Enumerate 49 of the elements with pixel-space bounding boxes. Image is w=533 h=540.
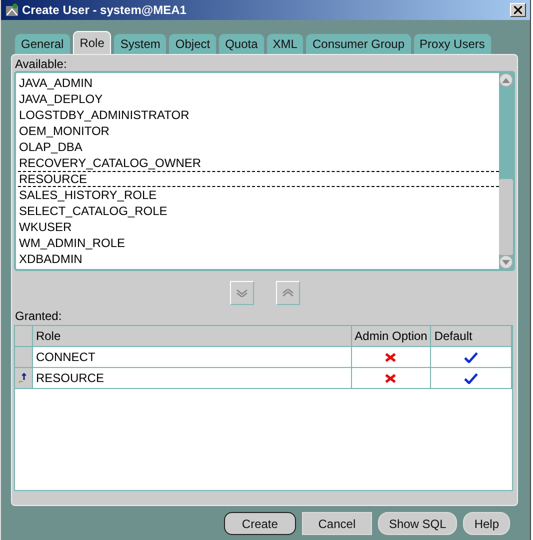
list-item[interactable]: JAVA_ADMIN bbox=[18, 75, 499, 91]
list-item[interactable]: SALES_HISTORY_ROLE bbox=[18, 187, 499, 203]
dialog-button[interactable]: Cancel bbox=[302, 512, 372, 535]
close-icon bbox=[514, 6, 522, 14]
app-icon bbox=[5, 3, 19, 17]
table-cell: CONNECT bbox=[32, 347, 352, 368]
scroll-down-button[interactable] bbox=[499, 255, 513, 269]
section-label: Granted: bbox=[14, 309, 63, 323]
dialog-button[interactable]: Create bbox=[224, 512, 296, 535]
list-item[interactable]: SELECT_CATALOG_ROLE bbox=[18, 203, 499, 219]
down-arrow-icon bbox=[502, 260, 510, 264]
scroll-thumb[interactable] bbox=[499, 179, 513, 255]
tab[interactable]: Quota bbox=[219, 34, 264, 54]
checkmark-icon bbox=[464, 372, 478, 384]
up-arrow-icon bbox=[502, 78, 510, 82]
tab[interactable]: General bbox=[15, 34, 70, 54]
checkmark-icon bbox=[464, 352, 478, 362]
dialog-button[interactable]: Help bbox=[463, 512, 510, 535]
tab[interactable]: XML bbox=[266, 34, 304, 54]
chevron-down-icon bbox=[236, 289, 248, 297]
list-item[interactable]: XDBADMIN bbox=[18, 251, 499, 267]
column-header[interactable]: Role bbox=[32, 326, 352, 347]
list-item[interactable]: JAVA_DEPLOY bbox=[18, 91, 499, 107]
cross-icon bbox=[385, 352, 396, 362]
column-header[interactable]: Admin Option bbox=[352, 326, 432, 347]
list-item[interactable]: OLAP_DBA bbox=[18, 139, 499, 155]
close-button[interactable] bbox=[510, 3, 526, 17]
chevron-up-icon bbox=[282, 289, 294, 297]
tab[interactable]: System bbox=[114, 34, 166, 54]
move-down-button[interactable] bbox=[230, 281, 254, 305]
window-title: Create User - system@MEA1 bbox=[22, 3, 188, 17]
list-item[interactable]: WKUSER bbox=[18, 219, 499, 235]
list-item[interactable]: WM_ADMIN_ROLE bbox=[18, 235, 499, 251]
current-row-icon bbox=[18, 372, 28, 384]
section-label: Available: bbox=[14, 57, 68, 71]
tab[interactable]: Proxy Users bbox=[414, 34, 491, 54]
cross-icon bbox=[385, 374, 396, 382]
list-item[interactable]: RECOVERY_CATALOG_OWNER bbox=[18, 155, 499, 171]
dialog-button[interactable]: Show SQL bbox=[378, 512, 458, 535]
tab[interactable]: Consumer Group bbox=[306, 34, 411, 54]
list-item[interactable]: LOGSTDBY_ADMINISTRATOR bbox=[18, 107, 499, 123]
scroll-up-button[interactable] bbox=[499, 73, 513, 87]
tab[interactable]: Object bbox=[169, 34, 216, 54]
scrollbar[interactable] bbox=[499, 73, 513, 269]
list-item[interactable]: RESOURCE bbox=[18, 171, 499, 187]
tab[interactable]: Role bbox=[72, 31, 112, 54]
list-item[interactable]: OEM_MONITOR bbox=[18, 123, 499, 139]
move-up-button[interactable] bbox=[276, 281, 300, 305]
column-header[interactable]: Default bbox=[431, 326, 512, 347]
